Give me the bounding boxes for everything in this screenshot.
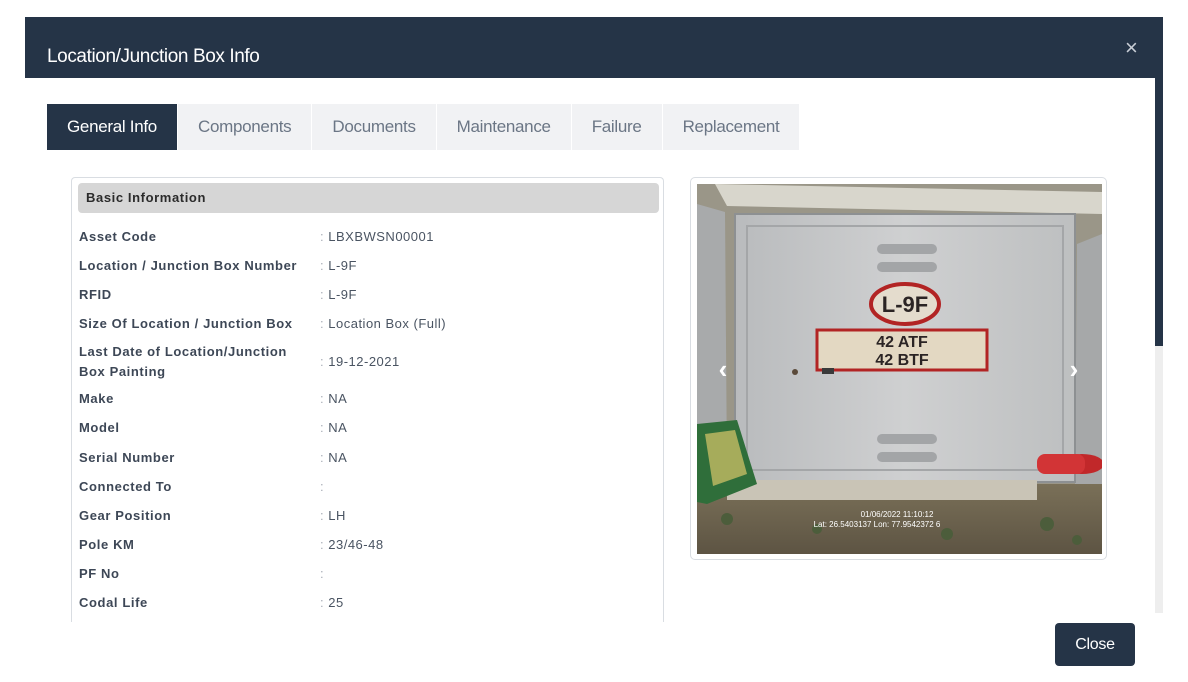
- box-label-text: L-9F: [882, 292, 928, 317]
- field-label: Size Of Location / Junction Box: [79, 316, 293, 331]
- modal-header: Location/Junction Box Info ×: [25, 17, 1163, 78]
- field-value: : NA: [320, 391, 348, 406]
- photo-coordinates: Lat: 26.5403137 Lon: 77.9542372 6: [814, 520, 941, 529]
- modal-title: Location/Junction Box Info: [47, 46, 260, 67]
- field-label: Location / Junction Box Number: [79, 258, 298, 273]
- tab-failure[interactable]: Failure: [571, 104, 663, 150]
- field-label: Pole KM: [79, 537, 135, 552]
- field-value: : LH: [320, 508, 346, 523]
- field-value: : NA: [320, 420, 348, 435]
- close-button[interactable]: Close: [1055, 623, 1135, 666]
- plate-line-2: 42 BTF: [875, 352, 929, 369]
- tab-maintenance[interactable]: Maintenance: [436, 104, 572, 150]
- junction-box-photo: L-9F 42 ATF 42 BTF 01/06/2022 11:10:12 L…: [697, 184, 1102, 554]
- field-label: Codal Life: [79, 595, 148, 610]
- photo-carousel: L-9F 42 ATF 42 BTF 01/06/2022 11:10:12 L…: [690, 177, 1107, 560]
- field-value: : LBXBWSN00001: [320, 229, 434, 244]
- field-value: : 23/46-48: [320, 537, 384, 552]
- plate-line-1: 42 ATF: [876, 334, 928, 351]
- field-label: Model: [79, 420, 120, 435]
- carousel-next-icon[interactable]: ›: [1061, 356, 1087, 382]
- field-value: : L-9F: [320, 287, 357, 302]
- basic-information-panel: Basic Information Asset Code : LBXBWSN00…: [71, 177, 664, 622]
- carousel-prev-icon[interactable]: ‹: [710, 356, 736, 382]
- tab-documents[interactable]: Documents: [312, 104, 437, 150]
- photo-timestamp: 01/06/2022 11:10:12: [861, 510, 934, 519]
- modal-scrollbar-thumb[interactable]: [1155, 78, 1163, 346]
- tab-bar: General Info Components Documents Mainte…: [47, 104, 801, 150]
- close-icon[interactable]: ×: [1125, 37, 1138, 59]
- field-value: :: [320, 566, 325, 581]
- field-value: : NA: [320, 450, 348, 465]
- field-label: Asset Code: [79, 229, 157, 244]
- field-value: : L-9F: [320, 258, 357, 273]
- tab-components[interactable]: Components: [177, 104, 313, 150]
- field-value: : Location Box (Full): [320, 316, 447, 331]
- field-value: : 19-12-2021: [320, 354, 400, 369]
- field-label: Gear Position: [79, 508, 172, 523]
- field-value: : 25: [320, 595, 344, 610]
- field-label: Serial Number: [79, 450, 175, 465]
- field-label: Last Date of Location/Junction Box Paint…: [79, 344, 287, 379]
- tab-replacement[interactable]: Replacement: [662, 104, 801, 150]
- field-label: Make: [79, 391, 114, 406]
- field-value: :: [320, 479, 325, 494]
- field-label: RFID: [79, 287, 112, 302]
- field-label: Connected To: [79, 479, 172, 494]
- tab-general-info[interactable]: General Info: [47, 104, 178, 150]
- section-title: Basic Information: [78, 183, 659, 213]
- field-label: PF No: [79, 566, 120, 581]
